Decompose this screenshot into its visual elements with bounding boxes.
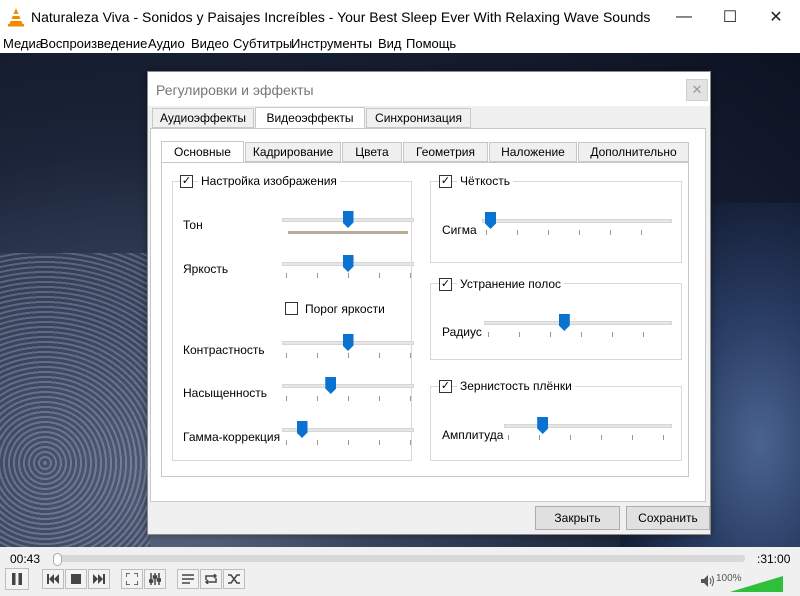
radius-label: Радиус	[442, 325, 482, 339]
saturation-ticks	[286, 396, 412, 401]
next-icon[interactable]	[88, 569, 110, 589]
minimize-button[interactable]: —	[661, 0, 707, 34]
image-adjust-checkbox[interactable]: ✓	[180, 175, 193, 188]
menu-help[interactable]: Помощь	[406, 36, 456, 51]
shuffle-icon[interactable]	[223, 569, 245, 589]
menu-playback[interactable]: Воспроизведение	[40, 36, 148, 51]
film-grain-label: Зернистость плёнки	[457, 379, 575, 393]
brightness-threshold-checkbox[interactable]	[285, 302, 298, 315]
sigma-ticks	[486, 230, 670, 235]
brightness-label: Яркость	[183, 262, 229, 276]
amplitude-slider-track[interactable]	[504, 424, 672, 428]
video-effects-panel: Основные Кадрирование Цвета Геометрия На…	[150, 128, 706, 502]
window-title: Naturaleza Viva - Sonidos y Paisajes Inc…	[31, 9, 651, 25]
maximize-button[interactable]: ☐	[707, 0, 753, 34]
total-time: :31:00	[757, 552, 791, 566]
contrast-label: Контрастность	[183, 343, 265, 357]
amplitude-ticks	[508, 435, 670, 440]
image-adjust-label: Настройка изображения	[198, 174, 340, 188]
sigma-label: Сигма	[442, 223, 477, 237]
menu-subtitles[interactable]: Субтитры	[233, 36, 292, 51]
gamma-ticks	[286, 440, 412, 445]
tab-audio-effects[interactable]: Аудиоэффекты	[152, 108, 254, 128]
loop-icon[interactable]	[200, 569, 222, 589]
dialog-close-icon[interactable]: ✕	[686, 79, 708, 101]
hue-color-bar	[288, 231, 408, 234]
dialog-title: Регулировки и эффекты	[156, 82, 314, 98]
hue-label: Тон	[183, 218, 203, 232]
brightness-ticks	[286, 273, 412, 278]
brightness-threshold-label: Порог яркости	[305, 302, 385, 316]
debanding-checkbox[interactable]: ✓	[439, 278, 452, 291]
amplitude-label: Амплитуда	[442, 428, 504, 442]
pause-icon[interactable]	[5, 568, 29, 590]
tab-synchronization[interactable]: Синхронизация	[366, 108, 471, 128]
sigma-slider-track[interactable]	[482, 219, 672, 223]
current-time: 00:43	[10, 552, 41, 566]
close-button[interactable]: Закрыть	[535, 506, 620, 530]
essential-panel: ✓ Настройка изображения Тон Яркость Поро…	[161, 162, 689, 477]
menu-audio[interactable]: Аудио	[148, 36, 185, 51]
vlc-cone-icon	[8, 8, 24, 27]
tab-essential[interactable]: Основные	[161, 141, 244, 163]
save-button[interactable]: Сохранить	[626, 506, 710, 530]
debanding-label: Устранение полос	[457, 277, 565, 291]
sharpen-label: Чёткость	[457, 174, 513, 188]
tab-video-effects[interactable]: Видеоэффекты	[255, 107, 365, 129]
film-grain-checkbox[interactable]: ✓	[439, 380, 452, 393]
gamma-label: Гамма-коррекция	[183, 430, 281, 444]
saturation-slider-track[interactable]	[282, 384, 414, 388]
saturation-label: Насыщенность	[183, 386, 268, 400]
video-frame-rocks	[0, 253, 150, 547]
menu-video[interactable]: Видео	[191, 36, 229, 51]
seek-bar[interactable]	[53, 553, 745, 566]
menu-media[interactable]: Медиа	[3, 36, 43, 51]
contrast-ticks	[286, 353, 412, 358]
speaker-icon[interactable]	[701, 575, 715, 587]
close-window-button[interactable]: ✕	[753, 0, 799, 34]
playlist-icon[interactable]	[177, 569, 199, 589]
previous-icon[interactable]	[42, 569, 64, 589]
adjustments-dialog: Регулировки и эффекты ✕ Аудиоэффекты Вид…	[147, 71, 711, 535]
player-controls: 00:43 :31:00 100%	[0, 547, 800, 596]
dialog-title-bar: Регулировки и эффекты ✕	[148, 72, 710, 106]
menu-tools[interactable]: Инструменты	[291, 36, 372, 51]
radius-ticks	[488, 332, 670, 337]
stop-icon[interactable]	[65, 569, 87, 589]
extended-settings-icon[interactable]	[144, 569, 166, 589]
menu-view[interactable]: Вид	[378, 36, 402, 51]
tab-crop[interactable]: Кадрирование	[245, 142, 341, 162]
tab-colors[interactable]: Цвета	[342, 142, 402, 162]
sharpen-checkbox[interactable]: ✓	[439, 175, 452, 188]
image-adjust-group	[172, 181, 412, 461]
window-title-bar: Naturaleza Viva - Sonidos y Paisajes Inc…	[0, 0, 800, 34]
tab-geometry[interactable]: Геометрия	[403, 142, 488, 162]
radius-slider-track[interactable]	[484, 321, 672, 325]
volume-percent: 100%	[716, 573, 742, 584]
seek-knob[interactable]	[53, 553, 62, 566]
tab-advanced[interactable]: Дополнительно	[578, 142, 689, 162]
tab-overlay[interactable]: Наложение	[489, 142, 577, 162]
fullscreen-icon[interactable]	[121, 569, 143, 589]
menu-bar: Медиа Воспроизведение Аудио Видео Субтит…	[0, 34, 800, 53]
